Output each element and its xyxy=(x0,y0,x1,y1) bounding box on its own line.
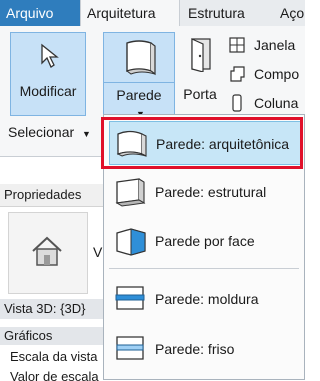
component-icon xyxy=(230,66,245,82)
highlight-annotation xyxy=(101,117,303,169)
graphics-section[interactable]: Gráficos xyxy=(0,327,114,345)
menu-item-label: Parede por face xyxy=(155,233,255,249)
view-selector[interactable]: Vista 3D: {3D} xyxy=(0,299,114,319)
menu-item-label: Parede: moldura xyxy=(155,291,259,307)
tab-arquitetura[interactable]: Arquitetura xyxy=(80,0,180,26)
view-scale-row: Escala da vista xyxy=(10,349,98,364)
type-name-initial: V xyxy=(93,244,103,260)
house-icon xyxy=(32,236,62,266)
cursor-arrow-icon xyxy=(41,43,59,68)
menu-item-structural-wall[interactable]: Parede: estrutural xyxy=(109,170,303,214)
window-button[interactable]: Janela xyxy=(228,34,318,56)
column-icon xyxy=(232,94,242,112)
tab-estrutura[interactable]: Estrutura xyxy=(182,0,274,26)
wall-sweep-icon xyxy=(115,286,145,310)
structural-wall-icon xyxy=(115,178,146,207)
door-label: Porta xyxy=(183,86,217,102)
column-button[interactable]: Coluna xyxy=(228,92,318,114)
wall-reveal-icon xyxy=(116,336,144,360)
component-label: Compo xyxy=(254,66,300,82)
type-preview xyxy=(8,212,88,294)
ribbon-tab-bar: Arquivo Arquitetura Estrutura Aço xyxy=(0,0,305,27)
column-label: Coluna xyxy=(254,95,299,111)
component-button[interactable]: Compo xyxy=(228,63,318,85)
modify-label: Modificar xyxy=(19,83,77,99)
window-label: Janela xyxy=(254,37,296,53)
window-icon xyxy=(229,37,245,53)
menu-divider xyxy=(109,268,299,269)
menu-item-wall-by-face[interactable]: Parede por face xyxy=(109,219,303,263)
tab-aco[interactable]: Aço xyxy=(274,0,314,26)
wall-button-divider xyxy=(104,82,174,83)
menu-item-label: Parede: estrutural xyxy=(155,184,267,200)
properties-header: Propriedades xyxy=(0,184,114,207)
chevron-down-icon: ▼ xyxy=(82,129,91,139)
select-label: Selecionar xyxy=(8,124,75,140)
menu-item-wall-sweep[interactable]: Parede: moldura xyxy=(109,277,303,321)
menu-item-wall-reveal[interactable]: Parede: friso xyxy=(109,327,303,371)
door-icon xyxy=(191,38,211,72)
wall-icon xyxy=(125,40,156,76)
menu-item-label: Parede: friso xyxy=(155,341,235,357)
select-dropdown[interactable]: Selecionar ▼ xyxy=(8,124,91,140)
wall-label: Parede xyxy=(116,87,162,103)
scale-value-row: Valor de escala xyxy=(10,369,99,381)
tab-arquivo[interactable]: Arquivo xyxy=(0,0,80,26)
modify-button[interactable]: Modificar xyxy=(10,32,86,116)
wall-by-face-icon xyxy=(116,228,146,256)
